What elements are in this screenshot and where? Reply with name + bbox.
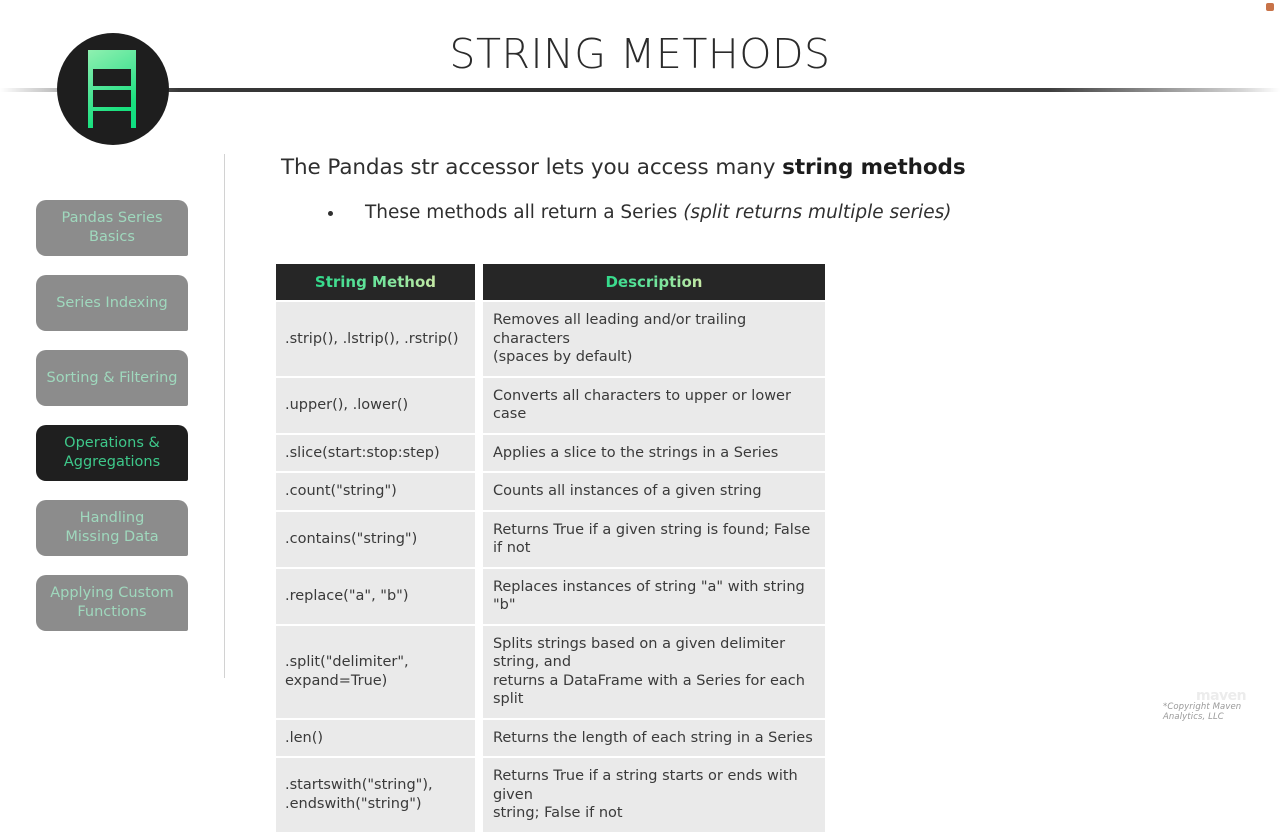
copyright-notice: *Copyright Maven Analytics, LLC (1163, 702, 1242, 722)
sidebar-item-label: Operations & Aggregations (63, 435, 161, 470)
table-cell-method: .contains("string") (276, 509, 475, 567)
table-header-description: Description (474, 264, 825, 300)
table-row: .strip(), .lstrip(), .rstrip() Removes a… (276, 300, 825, 376)
table-cell-description: Converts all characters to upper or lowe… (474, 375, 825, 433)
bullet-text-italic: (split returns multiple series) (683, 202, 952, 223)
table-cell-method: .len() (276, 717, 475, 756)
table-cell-description: Replaces instances of string "a" with st… (474, 566, 825, 624)
table-row: .replace("a", "b") Replaces instances of… (276, 566, 825, 624)
sidebar-nav: Pandas Series Basics Series Indexing Sor… (36, 200, 188, 650)
table-row: .upper(), .lower() Converts all characte… (276, 375, 825, 433)
logo-bar-bottom (93, 111, 131, 128)
table-cell-method: .slice(start:stop:step) (276, 432, 475, 471)
table-cell-method: .count("string") (276, 471, 475, 510)
method-text: .replace("a", "b") (285, 587, 409, 604)
method-text: .split("delimiter", expand=True) (285, 654, 409, 689)
lead-text-regular: The Pandas str accessor lets you access … (281, 155, 783, 180)
table-cell-method: .strip(), .lstrip(), .rstrip() (276, 300, 475, 376)
table-row: .len() Returns the length of each string… (276, 717, 825, 756)
page-title: STRING METHODS (449, 30, 831, 78)
table-row: .count("string") Counts all instances of… (276, 471, 825, 510)
sidebar-item-label: Pandas Series Basics (61, 210, 163, 245)
table-row: .split("delimiter", expand=True) Splits … (276, 623, 825, 718)
table-cell-method: .upper(), .lower() (276, 375, 475, 433)
table-header-string-method: String Method (276, 264, 475, 300)
description-text: Splits strings based on a given delimite… (492, 635, 805, 708)
description-text: Removes all leading and/or trailing char… (492, 312, 747, 365)
table-cell-description: Applies a slice to the strings in a Seri… (474, 432, 825, 471)
method-text: .upper(), .lower() (285, 396, 409, 413)
table-cell-description: Removes all leading and/or trailing char… (474, 300, 825, 376)
string-methods-table: String Method Description .strip(), .lst… (276, 264, 825, 832)
logo-bar-top (93, 69, 131, 86)
header-divider-rule (0, 88, 1280, 92)
sidebar-item-handling-missing-data[interactable]: Handling Missing Data (36, 500, 188, 556)
method-text: .strip(), .lstrip(), .rstrip() (285, 330, 459, 347)
table-cell-method: .replace("a", "b") (276, 566, 475, 624)
bullet-point: These methods all return a Series (split… (328, 202, 951, 223)
sidebar-item-series-indexing[interactable]: Series Indexing (36, 275, 188, 331)
bullet-text-regular: These methods all return a Series (365, 202, 684, 223)
corner-marker-dot (1266, 3, 1274, 11)
lead-text-bold: string methods (782, 155, 966, 180)
logo-bar-middle (93, 90, 131, 107)
sidebar-item-operations-aggregations[interactable]: Operations & Aggregations (36, 425, 188, 481)
table-cell-description: Returns True if a given string is found;… (474, 509, 825, 567)
lead-paragraph: The Pandas str accessor lets you access … (281, 155, 966, 180)
table-cell-description: Counts all instances of a given string (474, 471, 825, 510)
description-text: Returns True if a string starts or ends … (492, 768, 798, 821)
table-cell-method: .startswith("string"), .endswith("string… (276, 756, 475, 832)
description-text: Applies a slice to the strings in a Seri… (492, 444, 779, 461)
table-cell-description: Returns True if a string starts or ends … (474, 756, 825, 832)
description-text: Returns the length of each string in a S… (492, 729, 813, 746)
method-text: .count("string") (285, 483, 397, 499)
description-text: Replaces instances of string "a" with st… (492, 578, 805, 614)
table-body: .strip(), .lstrip(), .rstrip() Removes a… (276, 300, 825, 832)
table-header-label: Description (605, 273, 703, 291)
sidebar-item-pandas-series-basics[interactable]: Pandas Series Basics (36, 200, 188, 256)
method-text: .slice(start:stop:step) (285, 444, 440, 461)
table-cell-description: Returns the length of each string in a S… (474, 717, 825, 756)
sidebar-item-applying-custom-functions[interactable]: Applying Custom Functions (36, 575, 188, 631)
method-text: .contains("string") (285, 530, 418, 547)
sidebar-item-label: Sorting & Filtering (46, 369, 178, 386)
logo-mark-shape (88, 50, 136, 128)
sidebar-item-label: Series Indexing (56, 294, 168, 311)
bullet-text: These methods all return a Series (split… (365, 202, 951, 223)
table-cell-description: Splits strings based on a given delimite… (474, 623, 825, 718)
bullet-dot-icon (328, 211, 333, 216)
content-vertical-divider (224, 154, 225, 678)
method-text: .len() (285, 729, 324, 746)
table-cell-method: .split("delimiter", expand=True) (276, 623, 475, 718)
description-text: Converts all characters to upper or lowe… (492, 387, 791, 423)
sidebar-item-label: Handling Missing Data (65, 510, 159, 545)
method-text: .startswith("string"), .endswith("string… (285, 777, 433, 812)
table-row: .contains("string") Returns True if a gi… (276, 509, 825, 567)
description-text: Counts all instances of a given string (492, 483, 762, 499)
table-row: .slice(start:stop:step) Applies a slice … (276, 432, 825, 471)
maven-analytics-logo (57, 33, 169, 145)
table-head: String Method Description (276, 264, 825, 300)
description-text: Returns True if a given string is found;… (492, 521, 811, 557)
table-row: .startswith("string"), .endswith("string… (276, 756, 825, 832)
table-header-row: String Method Description (276, 264, 825, 300)
sidebar-item-label: Applying Custom Functions (50, 585, 174, 620)
table-header-label: String Method (314, 273, 437, 291)
sidebar-item-sorting-filtering[interactable]: Sorting & Filtering (36, 350, 188, 406)
